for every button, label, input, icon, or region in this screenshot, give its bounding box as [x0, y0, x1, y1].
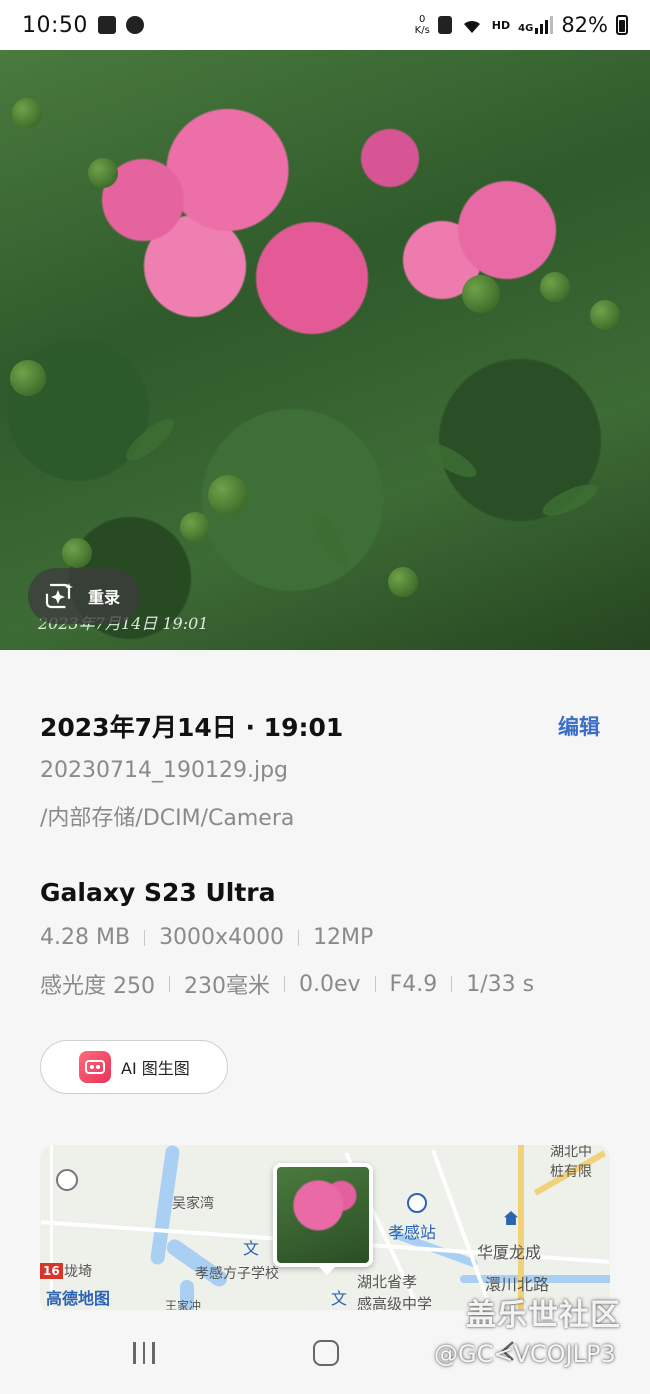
- map-label: 吴家湾: [172, 1196, 214, 1212]
- photo-fruit: [462, 275, 500, 313]
- photo-date-time: 2023年7月14日 · 19:01: [40, 713, 344, 742]
- gallery-notification-icon: [97, 16, 116, 34]
- map-road: [431, 1149, 493, 1311]
- photo-leaf: [538, 478, 602, 522]
- photo-fruit: [388, 567, 418, 597]
- map-label: 桩有限: [550, 1164, 592, 1180]
- camera-meta-row: 感光度 250 230毫米 0.0ev F4.9 1/33 s: [40, 968, 534, 1000]
- divider: [298, 929, 300, 946]
- hd-indicator: HD: [491, 18, 511, 32]
- iso: 感光度 250: [40, 974, 155, 999]
- file-path: /内部存储/DCIM/Camera: [40, 806, 295, 831]
- map-label: 孝感方子学校: [195, 1266, 279, 1282]
- ai-image-button[interactable]: AI 图生图: [40, 1040, 228, 1094]
- ai-button-label: AI 图生图: [121, 1059, 190, 1078]
- road-number-badge: 16: [40, 1263, 63, 1279]
- file-name: 20230714_190129.jpg: [40, 758, 288, 783]
- map-label: 孝感站: [388, 1223, 437, 1242]
- resolution: 3000x4000: [159, 925, 285, 950]
- community-watermark: 盖乐世社区: [466, 1298, 621, 1333]
- recent-apps-button[interactable]: [133, 1342, 155, 1364]
- status-bar: 10:50 0 K/s HD 4G 82%: [0, 0, 650, 50]
- map-label: 文: [243, 1239, 260, 1258]
- status-right: 0 K/s HD 4G 82%: [415, 13, 628, 37]
- file-size: 4.28 MB: [40, 925, 131, 950]
- focal-length: 230毫米: [184, 974, 270, 999]
- shutter-speed: 1/33 s: [466, 971, 535, 997]
- divider: [144, 929, 146, 946]
- photo-fruit: [590, 300, 620, 330]
- divider: [374, 976, 376, 992]
- user-watermark: @GC<VCOJLP3: [434, 1340, 616, 1368]
- photo-leaf: [306, 509, 354, 571]
- home-button[interactable]: [313, 1340, 339, 1366]
- ai-app-icon: [79, 1051, 111, 1083]
- map-label: 华厦龙成: [477, 1243, 542, 1262]
- app-notification-icon: [125, 16, 144, 34]
- details-panel: 2023年7月14日 · 19:01 编辑 20230714_190129.jp…: [0, 650, 650, 1313]
- exposure-value: 0.0ev: [299, 971, 361, 997]
- map-photo-thumbnail[interactable]: [273, 1163, 373, 1275]
- date-row: 2023年7月14日 · 19:01 编辑: [40, 708, 600, 744]
- aperture: F4.9: [389, 971, 438, 997]
- battery-icon: [616, 15, 628, 35]
- divider: [284, 976, 285, 992]
- divider: [169, 976, 170, 992]
- file-meta-row: 4.28 MB 3000x4000 12MP: [40, 925, 373, 950]
- map-label: 垅埼: [64, 1264, 92, 1280]
- remaster-label: 重录: [88, 588, 121, 607]
- building-icon: [504, 1211, 518, 1225]
- photo-leaf: [419, 436, 481, 484]
- map-provider-logo: 高德地图: [46, 1289, 111, 1308]
- map-label: 湖北中: [550, 1145, 592, 1160]
- photo-fruit: [208, 475, 248, 515]
- megapixels: 12MP: [313, 925, 374, 950]
- divider: [451, 976, 453, 992]
- photo-fruit: [180, 512, 210, 542]
- station-icon: [407, 1193, 427, 1213]
- wifi-icon: [463, 20, 480, 33]
- photo-fruit: [62, 538, 92, 568]
- sparkle-icon: [45, 583, 73, 609]
- status-time: 10:50: [22, 12, 88, 38]
- network-speed-unit: K/s: [414, 25, 430, 36]
- status-left: 10:50: [22, 13, 144, 38]
- network-type: 4G: [518, 23, 534, 34]
- network-speed: 0 K/s: [415, 14, 430, 36]
- signal-icon: 4G: [518, 16, 554, 34]
- parking-icon: [56, 1169, 78, 1191]
- photo-leaf: [120, 413, 180, 467]
- edit-button[interactable]: 编辑: [558, 711, 600, 741]
- photo-fruit: [540, 272, 570, 302]
- photo-fruit: [88, 158, 118, 188]
- location-map[interactable]: 吴家湾 孝感方子学校 孝感站 华厦龙成 澴川北路 湖北省孝 感高级中学 湖北中 …: [40, 1145, 610, 1313]
- map-label: 文: [331, 1289, 348, 1308]
- remaster-button[interactable]: 重录: [28, 568, 141, 624]
- device-name: Galaxy S23 Ultra: [40, 878, 276, 907]
- photo-fruit: [12, 98, 42, 128]
- photo-fruit: [10, 360, 46, 396]
- nfc-icon: [437, 16, 452, 34]
- battery-percent: 82%: [561, 13, 608, 37]
- network-speed-value: 0: [419, 14, 426, 25]
- photo-viewer[interactable]: 2023年7月14日 19:01 重录: [0, 50, 650, 650]
- map-label: 湖北省孝: [357, 1273, 418, 1291]
